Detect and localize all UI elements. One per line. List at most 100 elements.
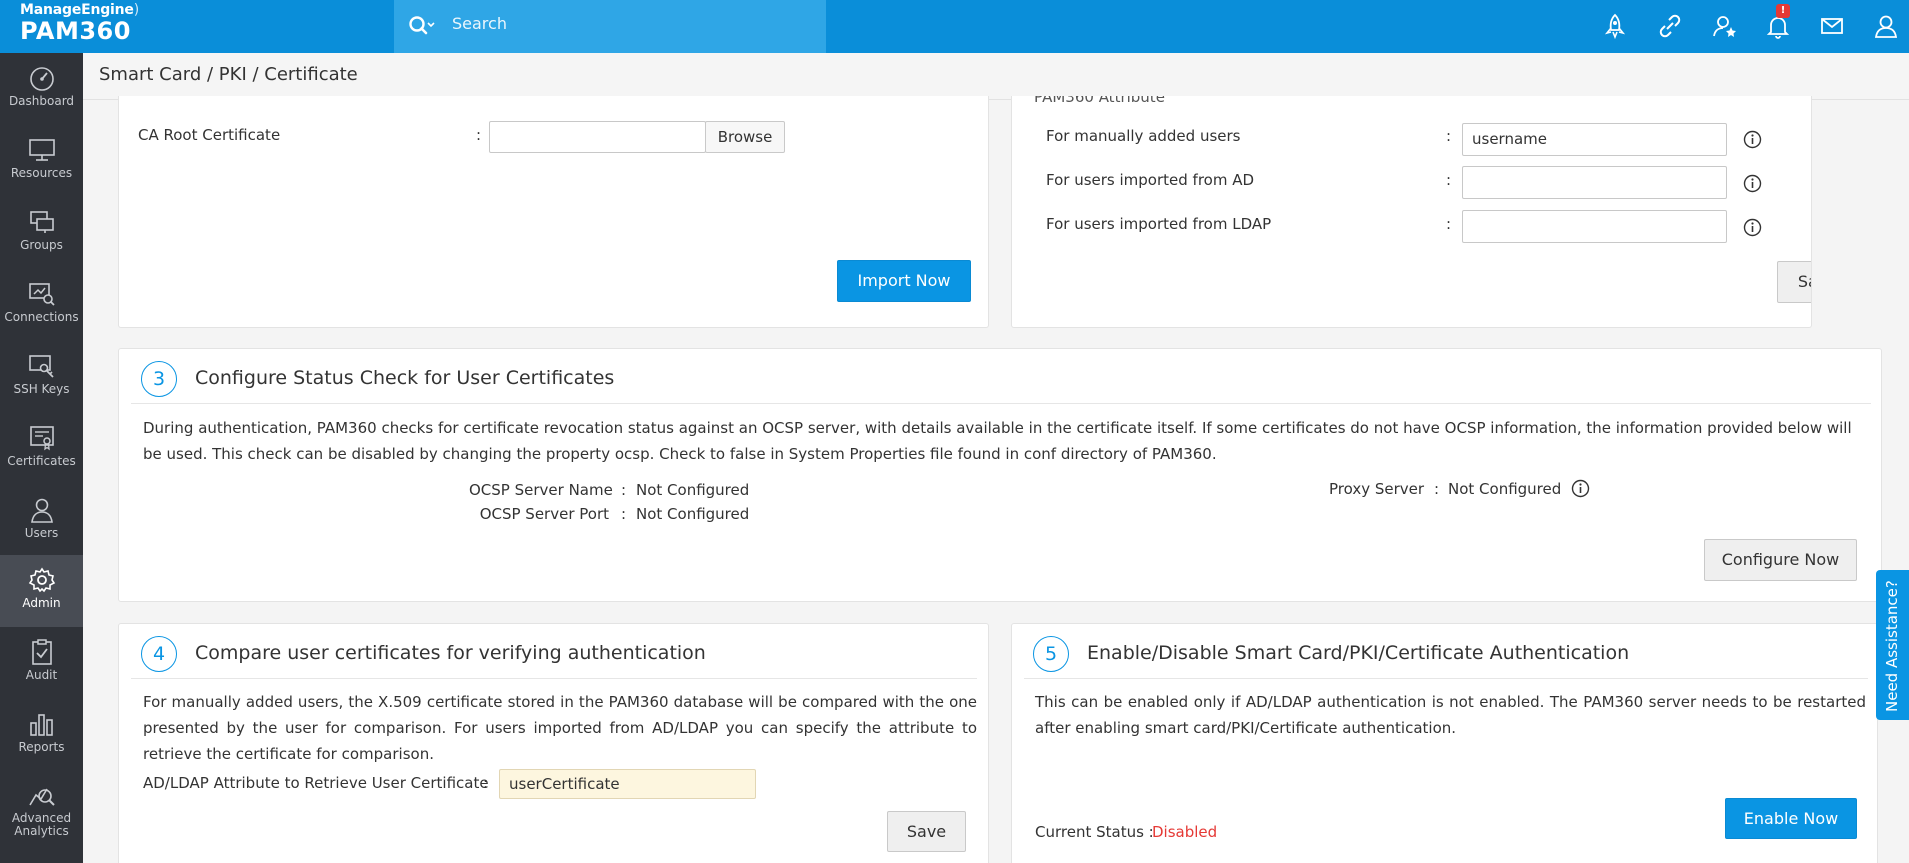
section-compare-certificates-card: 4 Compare user certificates for verifyin… [118, 623, 989, 863]
divider [1024, 678, 1868, 679]
sidebar-item-dashboard[interactable]: Dashboard [0, 53, 83, 125]
section-enable-authentication-card: 5 Enable/Disable Smart Card/PKI/Certific… [1011, 623, 1878, 863]
reports-icon [29, 714, 53, 736]
sidebar-item-label: Connections [4, 310, 79, 324]
sidebar: Dashboard Resources Groups Connections S… [0, 53, 83, 863]
divider [131, 403, 1871, 404]
dashboard-icon [29, 67, 54, 91]
search-icon[interactable] [408, 14, 436, 38]
sidebar-item-label: Groups [20, 238, 63, 252]
ldap-users-attribute-input[interactable] [1462, 210, 1727, 243]
ad-ldap-attribute-input[interactable]: userCertificate [499, 769, 756, 799]
link-icon[interactable] [1656, 12, 1684, 40]
import-now-button[interactable]: Import Now [837, 260, 971, 302]
vendor-name: ManageEngine [20, 2, 134, 18]
pam360-attribute-title: PAM360 Attribute [1034, 96, 1165, 106]
info-icon[interactable] [1571, 479, 1590, 498]
section-3-description: During authentication, PAM360 checks for… [143, 419, 1852, 463]
ocsp-server-name-label: OCSP Server Name [469, 481, 613, 499]
rocket-icon[interactable] [1601, 12, 1629, 40]
step-number-4: 4 [141, 636, 177, 672]
info-icon[interactable] [1743, 218, 1762, 237]
sidebar-item-resources[interactable]: Resources [0, 125, 83, 197]
sidebar-item-audit[interactable]: Audit [0, 627, 83, 699]
sidebar-item-label: Certificates [7, 454, 76, 468]
bell-icon[interactable]: ! [1764, 4, 1792, 40]
search-bar[interactable]: Search [394, 0, 826, 53]
colon: : [1434, 480, 1440, 498]
ad-ldap-attribute-label: AD/LDAP Attribute to Retrieve User Certi… [143, 774, 489, 792]
colon: : [621, 505, 627, 523]
sidebar-item-label: Users [24, 526, 59, 540]
user-icon[interactable] [1872, 12, 1900, 40]
save-compare-button[interactable]: Save [887, 811, 966, 852]
need-assistance-tab[interactable]: Need Assistance? [1876, 570, 1909, 720]
monitor-icon [28, 139, 55, 161]
sidebar-item-label: Audit [25, 668, 58, 682]
colon: : [476, 126, 482, 144]
section-3-title: Configure Status Check for User Certific… [195, 367, 615, 389]
section-4-description: For manually added users, the X.509 cert… [143, 693, 977, 763]
connections-icon [28, 283, 55, 306]
sidebar-item-advanced-analytics[interactable]: Advanced Analytics [0, 771, 83, 859]
ocsp-server-name-value: Not Configured [636, 481, 750, 499]
sidebar-item-label: Dashboard [8, 94, 75, 108]
sidebar-item-label: Admin [22, 596, 61, 610]
enable-now-button[interactable]: Enable Now [1725, 798, 1857, 839]
sidebar-item-users[interactable]: Users [0, 485, 83, 557]
step-number-5: 5 [1033, 636, 1069, 672]
sidebar-item-connections[interactable]: Connections [0, 269, 83, 341]
save-attribute-button[interactable]: Save [1777, 261, 1811, 303]
browse-button[interactable]: Browse [705, 121, 785, 153]
status-badge: Disabled [1152, 823, 1218, 841]
section-5-title: Enable/Disable Smart Card/PKI/Certificat… [1087, 642, 1630, 664]
need-assistance-label: Need Assistance? [1883, 580, 1901, 712]
sidebar-item-groups[interactable]: Groups [0, 197, 83, 269]
sidebar-item-label: SSH Keys [13, 382, 70, 396]
ca-certificate-file-input[interactable] [489, 121, 706, 153]
colon: : [483, 774, 489, 792]
gear-icon [28, 567, 55, 593]
section-5-description: This can be enabled only if AD/LDAP auth… [1035, 693, 1866, 737]
colon: : [1446, 171, 1452, 189]
users-icon [30, 498, 53, 523]
breadcrumb: Smart Card / PKI / Certificate [83, 53, 1909, 100]
info-icon[interactable] [1743, 130, 1762, 149]
mail-icon[interactable] [1818, 12, 1846, 40]
ca-root-certificate-label: CA Root Certificate [138, 126, 281, 144]
audit-icon [31, 639, 52, 665]
configure-now-button[interactable]: Configure Now [1704, 539, 1857, 581]
proxy-server-value: Not Configured [1448, 480, 1562, 498]
proxy-server-label: Proxy Server [1329, 480, 1425, 498]
top-bar: ManageEngine) PAM360 Search ! [0, 0, 1909, 53]
step-number-3: 3 [141, 361, 177, 397]
sidebar-item-ssh-keys[interactable]: SSH Keys [0, 341, 83, 413]
colon: : [1446, 127, 1452, 145]
sidebar-item-label: Advanced Analytics [11, 811, 72, 838]
colon: : [621, 481, 627, 499]
manual-users-attribute-input[interactable]: username [1462, 123, 1727, 156]
search-input[interactable]: Search [452, 14, 507, 33]
info-icon[interactable] [1743, 174, 1762, 193]
user-star-icon[interactable] [1711, 12, 1739, 40]
sidebar-item-label: Resources [10, 166, 73, 180]
colon: : [1446, 215, 1452, 233]
product-name: PAM360 [20, 17, 131, 45]
ldap-users-label: For users imported from LDAP [1046, 215, 1272, 233]
ssh-keys-icon [28, 355, 54, 378]
pam360-attribute-card: PAM360 Attribute For manually added user… [1011, 96, 1812, 328]
sidebar-item-admin[interactable]: Admin [0, 555, 83, 627]
groups-icon [29, 211, 54, 233]
ocsp-server-port-label: OCSP Server Port [479, 505, 609, 523]
certificates-icon [29, 426, 54, 451]
sidebar-item-certificates[interactable]: Certificates [0, 413, 83, 485]
ad-users-attribute-input[interactable] [1462, 166, 1727, 199]
sidebar-item-reports[interactable]: Reports [0, 699, 83, 771]
product-logo[interactable]: ManageEngine) PAM360 [0, 0, 394, 53]
page-title: Smart Card / PKI / Certificate [99, 64, 358, 85]
ocsp-server-port-value: Not Configured [636, 505, 750, 523]
section-status-check-card: 3 Configure Status Check for User Certif… [118, 348, 1882, 602]
current-status-label: Current Status : [1035, 823, 1154, 841]
section-4-title: Compare user certificates for verifying … [195, 642, 706, 664]
analytics-icon [28, 788, 55, 806]
